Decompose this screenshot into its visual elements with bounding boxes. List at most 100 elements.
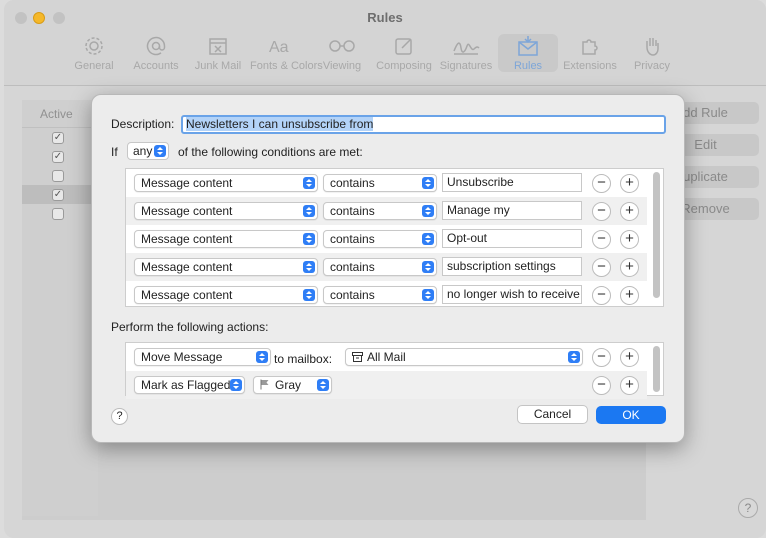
add-condition-button[interactable]: +	[620, 174, 639, 193]
condition-operator-popup[interactable]: contains	[323, 258, 437, 276]
tab-rules[interactable]: Rules	[498, 34, 558, 72]
condition-value-field[interactable]: Unsubscribe	[442, 173, 582, 192]
mailbox-popup[interactable]: All Mail	[345, 348, 583, 366]
condition-row: Message content contains no longer wish …	[126, 281, 647, 309]
remove-action-button[interactable]: −	[592, 376, 611, 395]
chevron-updown-icon	[568, 351, 580, 363]
add-condition-button[interactable]: +	[620, 230, 639, 249]
condition-operator-popup[interactable]: contains	[323, 202, 437, 220]
rule-row[interactable]: ✓	[22, 128, 98, 147]
rule-active-checkbox[interactable]: ✓	[52, 188, 64, 201]
condition-value-field[interactable]: Opt-out	[442, 229, 582, 248]
tab-fonts-colors[interactable]: Aa Fonts & Colors	[250, 34, 323, 72]
tab-composing[interactable]: Composing	[374, 34, 434, 72]
remove-condition-button[interactable]: −	[592, 202, 611, 221]
tab-label: Viewing	[322, 60, 362, 72]
gear-icon	[64, 34, 124, 58]
tab-label: Fonts & Colors	[250, 60, 323, 72]
description-field[interactable]: Newsletters I can unsubscribe from	[181, 115, 666, 134]
condition-operator-popup[interactable]: contains	[323, 230, 437, 248]
remove-condition-button[interactable]: −	[592, 230, 611, 249]
rule-active-checkbox[interactable]: ✓	[52, 150, 64, 163]
rule-active-checkbox[interactable]	[52, 169, 64, 182]
description-label: Description:	[111, 117, 175, 131]
chevron-updown-icon	[303, 233, 315, 245]
compose-icon	[374, 34, 434, 58]
action-type-popup[interactable]: Mark as Flagged	[134, 376, 245, 394]
condition-operator-popup[interactable]: contains	[323, 174, 437, 192]
if-label: If	[111, 145, 118, 159]
condition-field-popup[interactable]: Message content	[134, 286, 318, 304]
tab-privacy[interactable]: Privacy	[622, 34, 682, 72]
rules-list: Active ✓ ✓ ✓	[22, 100, 98, 516]
conditions-list: Message content contains Unsubscribe − +…	[125, 168, 664, 307]
condition-value-field[interactable]: Manage my	[442, 201, 582, 220]
tab-label: General	[74, 60, 114, 72]
match-mode-popup[interactable]: any	[127, 142, 169, 160]
add-condition-button[interactable]: +	[620, 258, 639, 277]
chevron-updown-icon	[317, 379, 329, 391]
condition-row: Message content contains Manage my − +	[126, 197, 647, 225]
conditions-label: of the following conditions are met:	[178, 145, 363, 159]
mailbox-value: All Mail	[367, 350, 406, 364]
rule-row[interactable]: ✓	[22, 185, 98, 204]
tab-general[interactable]: General	[64, 34, 124, 72]
tab-extensions[interactable]: Extensions	[560, 34, 620, 72]
remove-action-button[interactable]: −	[592, 348, 611, 367]
add-action-button[interactable]: +	[620, 376, 639, 395]
add-action-button[interactable]: +	[620, 348, 639, 367]
chevron-updown-icon	[256, 351, 268, 363]
add-condition-button[interactable]: +	[620, 202, 639, 221]
rule-row[interactable]	[22, 204, 98, 223]
condition-field-popup[interactable]: Message content	[134, 230, 318, 248]
condition-field-value: Message content	[141, 232, 233, 246]
actions-list: Move Message to mailbox: All Mail − + Ma…	[125, 342, 664, 399]
remove-condition-button[interactable]: −	[592, 286, 611, 305]
window-title: Rules	[367, 10, 403, 25]
tab-label: Privacy	[633, 60, 671, 72]
condition-field-popup[interactable]: Message content	[134, 174, 318, 192]
add-condition-button[interactable]: +	[620, 286, 639, 305]
cancel-button[interactable]: Cancel	[517, 405, 588, 424]
help-button[interactable]: ?	[111, 408, 128, 425]
actions-scrollbar[interactable]	[653, 346, 660, 392]
rule-active-checkbox[interactable]	[52, 207, 64, 220]
active-column-header: Active	[22, 100, 98, 128]
chevron-updown-icon	[422, 205, 434, 217]
condition-field-value: Message content	[141, 204, 233, 218]
fonts-icon: Aa	[250, 34, 310, 58]
archive-box-icon	[352, 350, 363, 366]
tab-signatures[interactable]: Signatures	[436, 34, 496, 72]
remove-condition-button[interactable]: −	[592, 258, 611, 277]
action-row: Mark as Flagged Gray − +	[126, 371, 647, 399]
condition-field-popup[interactable]: Message content	[134, 258, 318, 276]
chevron-updown-icon	[303, 261, 315, 273]
glasses-icon	[312, 34, 372, 58]
condition-operator-value: contains	[330, 176, 375, 190]
action-type-popup[interactable]: Move Message	[134, 348, 271, 366]
tab-accounts[interactable]: Accounts	[126, 34, 186, 72]
condition-operator-popup[interactable]: contains	[323, 286, 437, 304]
help-button[interactable]: ?	[738, 498, 758, 518]
chevron-updown-icon	[422, 261, 434, 273]
chevron-updown-icon	[154, 145, 166, 157]
condition-operator-value: contains	[330, 260, 375, 274]
flag-color-popup[interactable]: Gray	[253, 376, 332, 394]
condition-value-field[interactable]: subscription settings	[442, 257, 582, 276]
rule-active-checkbox[interactable]: ✓	[52, 131, 64, 144]
rules-icon	[498, 34, 558, 58]
condition-field-popup[interactable]: Message content	[134, 202, 318, 220]
puzzle-icon	[560, 34, 620, 58]
chevron-updown-icon	[303, 205, 315, 217]
tab-viewing[interactable]: Viewing	[312, 34, 372, 72]
conditions-scrollbar[interactable]	[653, 172, 660, 298]
rule-row[interactable]	[22, 166, 98, 185]
condition-value-field[interactable]: no longer wish to receive	[442, 285, 582, 304]
preferences-toolbar: General Accounts Junk Mail Aa Fonts & Co…	[64, 34, 684, 72]
rule-row[interactable]: ✓	[22, 147, 98, 166]
tab-junk-mail[interactable]: Junk Mail	[188, 34, 248, 72]
remove-condition-button[interactable]: −	[592, 174, 611, 193]
condition-row: Message content contains subscription se…	[126, 253, 647, 281]
tab-label: Extensions	[563, 60, 617, 72]
ok-button[interactable]: OK	[596, 406, 666, 424]
